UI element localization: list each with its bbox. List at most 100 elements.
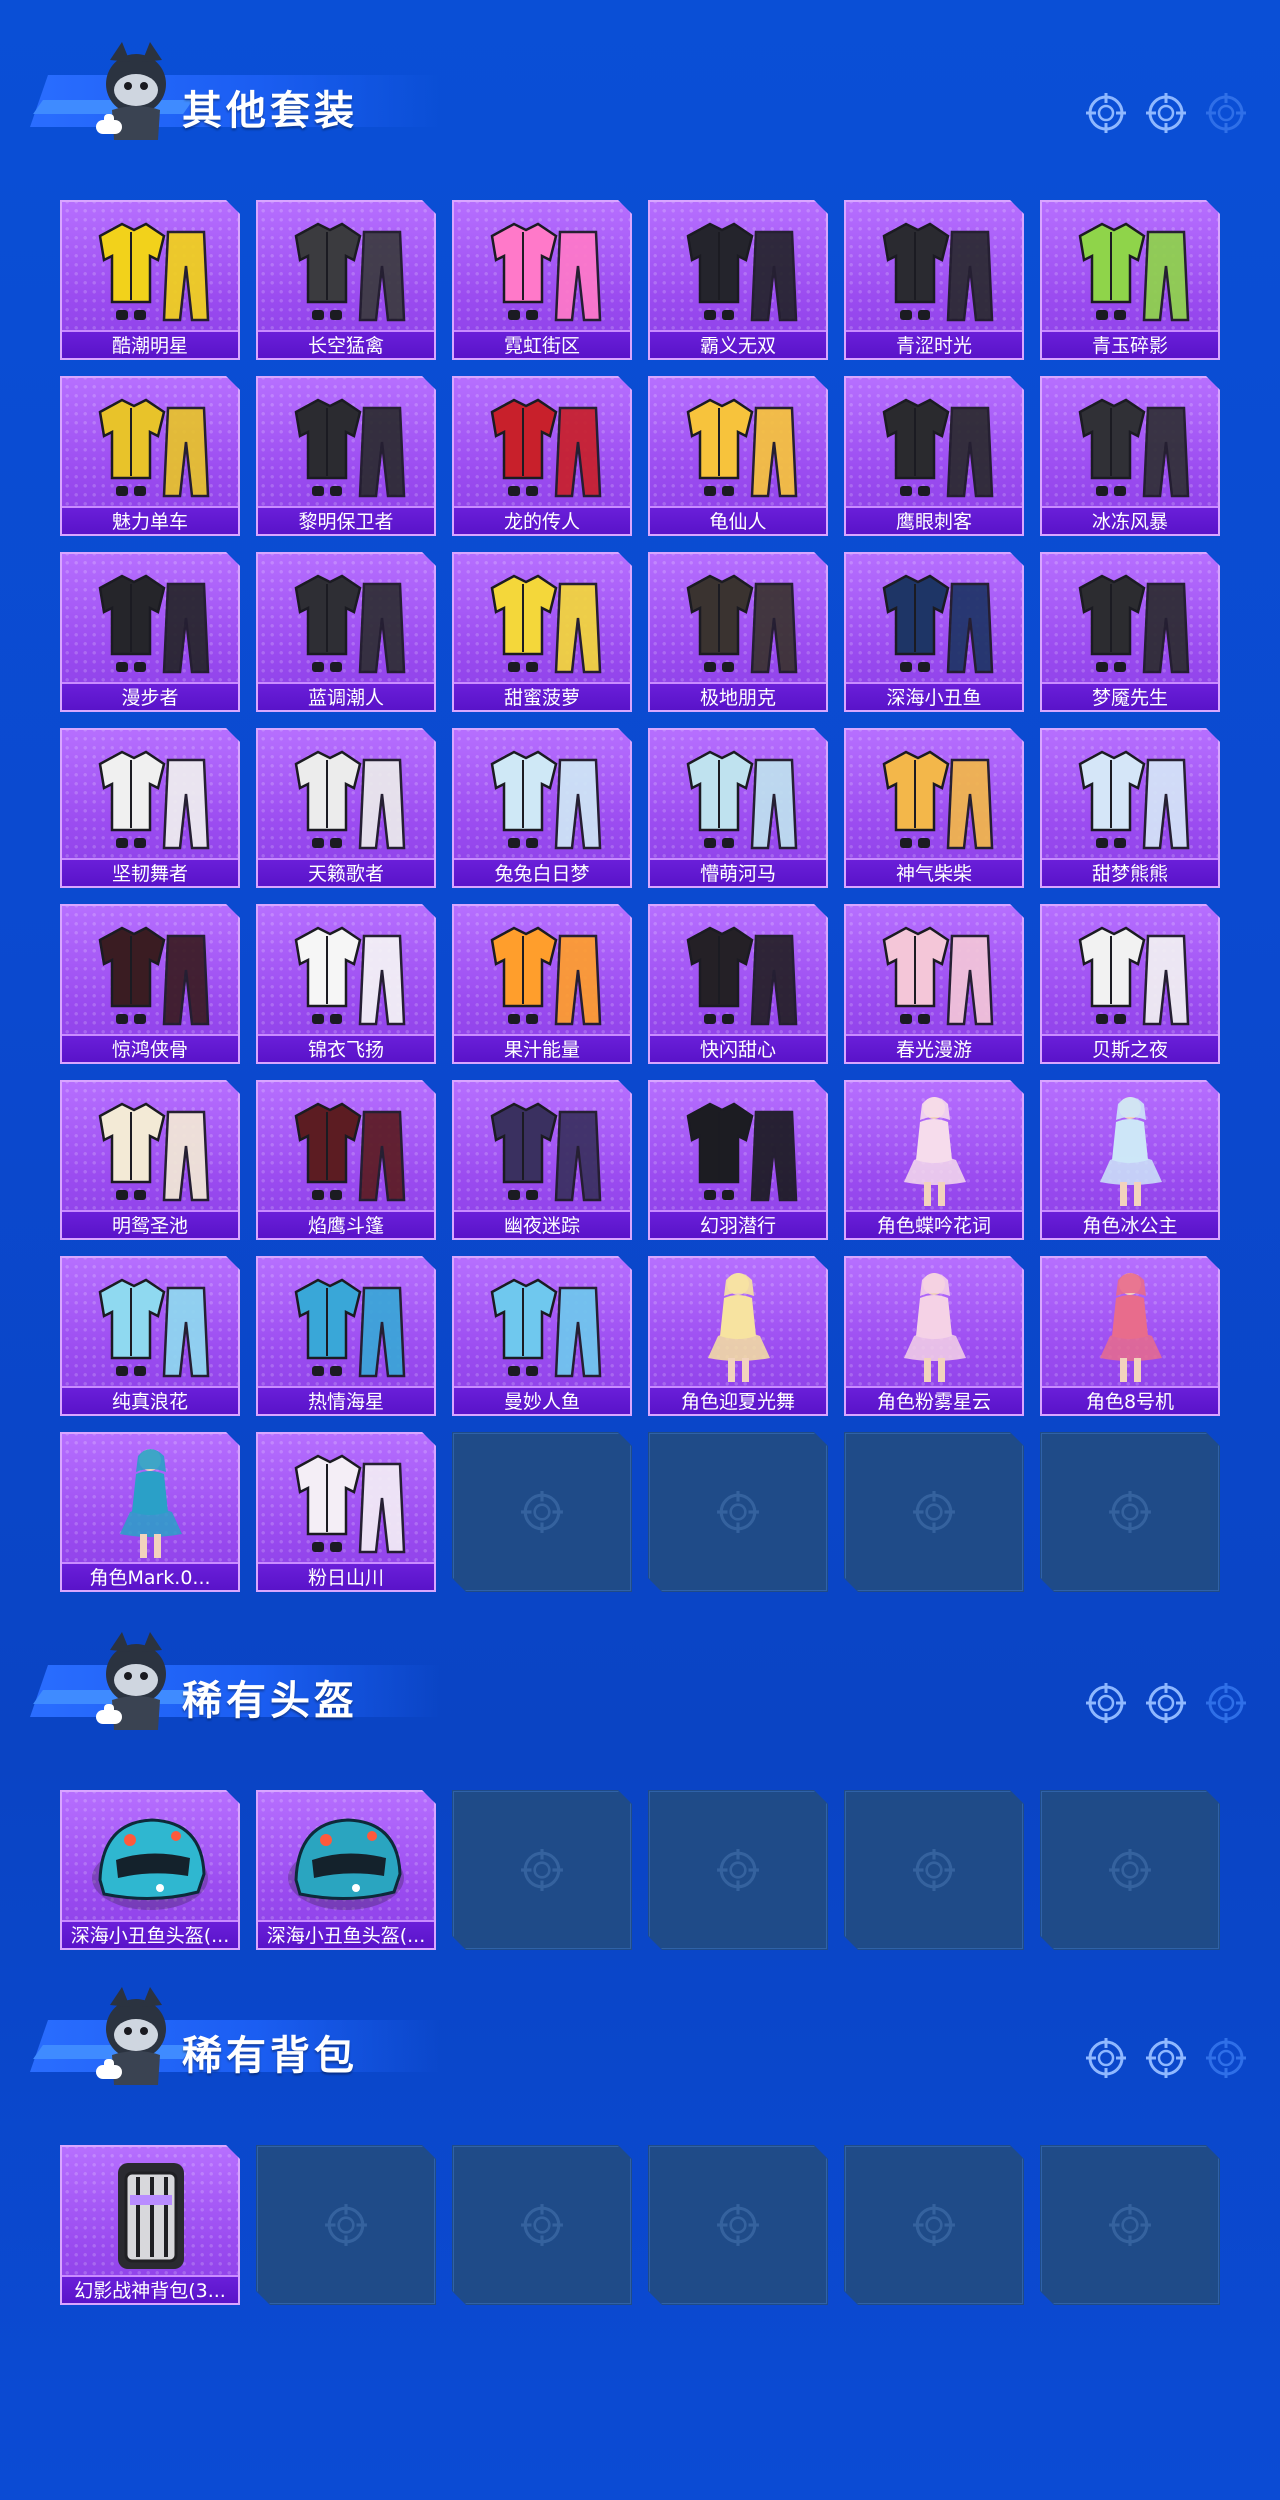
item-card[interactable]: 明鸳圣池 (60, 1080, 240, 1240)
item-label: 梦魇先生 (1040, 682, 1220, 712)
item-card[interactable]: 漫步者 (60, 552, 240, 712)
empty-slot[interactable] (844, 1432, 1024, 1592)
empty-slot[interactable] (452, 1432, 632, 1592)
item-card[interactable]: 快闪甜心 (648, 904, 828, 1064)
character-icon (1100, 1097, 1162, 1206)
item-card[interactable]: 深海小丑鱼 (844, 552, 1024, 712)
item-label: 纯真浪花 (60, 1386, 240, 1416)
item-card[interactable]: 魅力单车 (60, 376, 240, 536)
item-card[interactable]: 冰冻风暴 (1040, 376, 1220, 536)
item-card[interactable]: 焰鹰斗篷 (256, 1080, 436, 1240)
item-card[interactable]: 黎明保卫者 (256, 376, 436, 536)
item-card[interactable]: 龙的传人 (452, 376, 632, 536)
item-card[interactable]: 鹰眼刺客 (844, 376, 1024, 536)
item-card[interactable]: 贝斯之夜 (1040, 904, 1220, 1064)
item-card[interactable]: 极地朋克 (648, 552, 828, 712)
item-card[interactable]: 天籁歌者 (256, 728, 436, 888)
empty-slot[interactable] (648, 1790, 828, 1950)
empty-slot[interactable] (844, 2145, 1024, 2305)
item-card[interactable]: 兔兔白日梦 (452, 728, 632, 888)
crosshair-icon (913, 1491, 955, 1533)
item-card[interactable]: 长空猛禽 (256, 200, 436, 360)
item-card[interactable]: 惊鸿侠骨 (60, 904, 240, 1064)
item-label: 焰鹰斗篷 (256, 1210, 436, 1240)
empty-slot[interactable] (1040, 2145, 1220, 2305)
outfit-icon (294, 1454, 406, 1554)
crosshair-icon (1146, 93, 1186, 133)
character-icon (1100, 1273, 1162, 1382)
item-card[interactable]: 霓虹街区 (452, 200, 632, 360)
outfit-icon (490, 1102, 602, 1202)
helmet-icon (92, 1818, 208, 1910)
item-label: 神气柴柴 (844, 858, 1024, 888)
item-card[interactable]: 幻羽潜行 (648, 1080, 828, 1240)
item-card[interactable]: 锦衣飞扬 (256, 904, 436, 1064)
item-card[interactable]: 果汁能量 (452, 904, 632, 1064)
outfit-icon (1078, 222, 1190, 322)
item-card[interactable]: 曼妙人鱼 (452, 1256, 632, 1416)
item-card[interactable]: 深海小丑鱼头盔(... (256, 1790, 436, 1950)
item-label: 深海小丑鱼头盔(... (256, 1920, 436, 1950)
empty-slot[interactable] (648, 2145, 828, 2305)
item-label: 龙的传人 (452, 506, 632, 536)
item-label: 角色迎夏光舞 (648, 1386, 828, 1416)
helmet-icon (288, 1818, 404, 1910)
crosshair-icon (1086, 1683, 1126, 1723)
item-card[interactable]: 热情海星 (256, 1256, 436, 1416)
item-card[interactable]: 蓝调潮人 (256, 552, 436, 712)
outfit-icon (1078, 926, 1190, 1026)
empty-slot[interactable] (648, 1432, 828, 1592)
item-label: 长空猛禽 (256, 330, 436, 360)
item-label: 蓝调潮人 (256, 682, 436, 712)
empty-slot[interactable] (452, 2145, 632, 2305)
item-card[interactable]: 甜梦熊熊 (1040, 728, 1220, 888)
item-card[interactable]: 幽夜迷踪 (452, 1080, 632, 1240)
empty-slot[interactable] (452, 1790, 632, 1950)
outfit-icon (98, 926, 210, 1026)
outfit-icon (686, 750, 798, 850)
outfit-icon (882, 926, 994, 1026)
item-label: 角色8号机 (1040, 1386, 1220, 1416)
item-label: 青玉碎影 (1040, 330, 1220, 360)
crosshair-icon (1206, 1683, 1246, 1723)
item-card[interactable]: 幻影战神背包(3... (60, 2145, 240, 2305)
outfit-icon (98, 222, 210, 322)
item-card[interactable]: 懵萌河马 (648, 728, 828, 888)
item-label: 坚韧舞者 (60, 858, 240, 888)
item-card[interactable]: 纯真浪花 (60, 1256, 240, 1416)
section-title: 稀有头盔 (182, 1678, 358, 1724)
item-card[interactable]: 甜蜜菠萝 (452, 552, 632, 712)
empty-slot[interactable] (256, 2145, 436, 2305)
item-label: 天籁歌者 (256, 858, 436, 888)
item-card[interactable]: 神气柴柴 (844, 728, 1024, 888)
item-card[interactable]: 角色8号机 (1040, 1256, 1220, 1416)
item-card[interactable]: 角色迎夏光舞 (648, 1256, 828, 1416)
item-card[interactable]: 角色蝶吟花词 (844, 1080, 1024, 1240)
empty-slot[interactable] (1040, 1790, 1220, 1950)
item-card[interactable]: 龟仙人 (648, 376, 828, 536)
mascot-icon (96, 1987, 166, 2085)
item-label: 幻影战神背包(3... (60, 2275, 240, 2305)
item-label: 深海小丑鱼 (844, 682, 1024, 712)
item-card[interactable]: 深海小丑鱼头盔(... (60, 1790, 240, 1950)
item-card[interactable]: 梦魇先生 (1040, 552, 1220, 712)
item-card[interactable]: 青玉碎影 (1040, 200, 1220, 360)
item-card[interactable]: 粉日山川 (256, 1432, 436, 1592)
item-label: 极地朋克 (648, 682, 828, 712)
crosshair-icon (1206, 93, 1246, 133)
item-label: 冰冻风暴 (1040, 506, 1220, 536)
item-card[interactable]: 酷潮明星 (60, 200, 240, 360)
item-card[interactable]: 坚韧舞者 (60, 728, 240, 888)
outfit-icon (686, 222, 798, 322)
item-card[interactable]: 春光漫游 (844, 904, 1024, 1064)
item-card[interactable]: 角色冰公主 (1040, 1080, 1220, 1240)
empty-slot[interactable] (844, 1790, 1024, 1950)
item-card[interactable]: 角色Mark.0... (60, 1432, 240, 1592)
item-card[interactable]: 青涩时光 (844, 200, 1024, 360)
mascot-icon (96, 1632, 166, 1730)
outfit-icon (294, 398, 406, 498)
item-card[interactable]: 霸义无双 (648, 200, 828, 360)
empty-slot[interactable] (1040, 1432, 1220, 1592)
page: 其他套装 酷潮明星 长空猛禽 霓虹街区 霸义无双 青涩时光 青玉碎影 魅力单车 … (0, 0, 1280, 2500)
item-card[interactable]: 角色粉雾星云 (844, 1256, 1024, 1416)
